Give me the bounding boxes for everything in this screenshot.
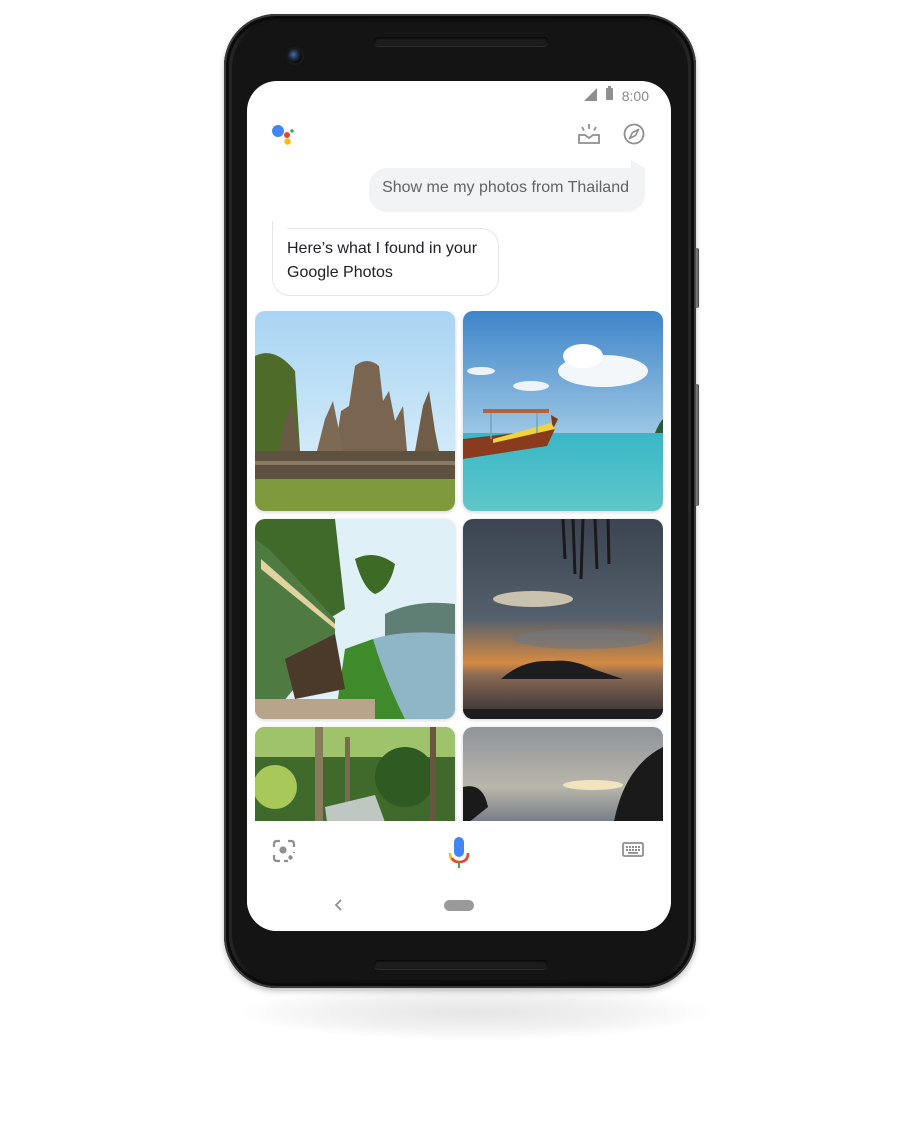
home-pill[interactable]: [444, 900, 474, 911]
waterfall-photo: [255, 727, 455, 821]
back-chevron-icon[interactable]: [331, 896, 347, 914]
bottom-speaker-grille: [374, 960, 548, 969]
status-time: 8:00: [621, 88, 649, 104]
top-speaker-grille: [374, 37, 548, 46]
assistant-message-bubble: Here’s what I found in your Google Photo…: [272, 221, 499, 296]
explore-compass-icon[interactable]: [621, 121, 647, 147]
assistant-input-bar: [247, 821, 671, 931]
sunset-island-photo: [463, 519, 663, 719]
photo-grid: [255, 311, 663, 821]
photo-thumbnail[interactable]: [255, 519, 455, 719]
snapshot-icon[interactable]: [576, 121, 602, 147]
photo-thumbnail[interactable]: [463, 519, 663, 719]
user-message-bubble: Show me my photos from Thailand: [369, 160, 645, 212]
google-assistant-logo: [272, 125, 294, 145]
photo-thumbnail[interactable]: [255, 727, 455, 821]
status-bar: 8:00: [247, 81, 671, 109]
boat-photo: [463, 311, 663, 511]
keyboard-icon[interactable]: [622, 841, 644, 859]
evening-sky-photo: [463, 727, 663, 821]
phone-screen: 8:00 Show me my photos from Thailand Her…: [247, 81, 671, 931]
photo-thumbnail[interactable]: [463, 311, 663, 511]
photo-thumbnail[interactable]: [255, 311, 455, 511]
phone-shadow: [240, 985, 710, 1040]
train-photo: [255, 519, 455, 719]
power-button[interactable]: [695, 248, 699, 308]
battery-icon: [606, 86, 613, 100]
front-camera: [288, 49, 302, 63]
temple-photo: [255, 311, 455, 511]
microphone-icon[interactable]: [447, 835, 471, 871]
photo-thumbnail[interactable]: [463, 727, 663, 821]
signal-icon: [584, 88, 597, 101]
volume-rocker[interactable]: [695, 384, 699, 506]
lens-icon[interactable]: [272, 839, 296, 863]
